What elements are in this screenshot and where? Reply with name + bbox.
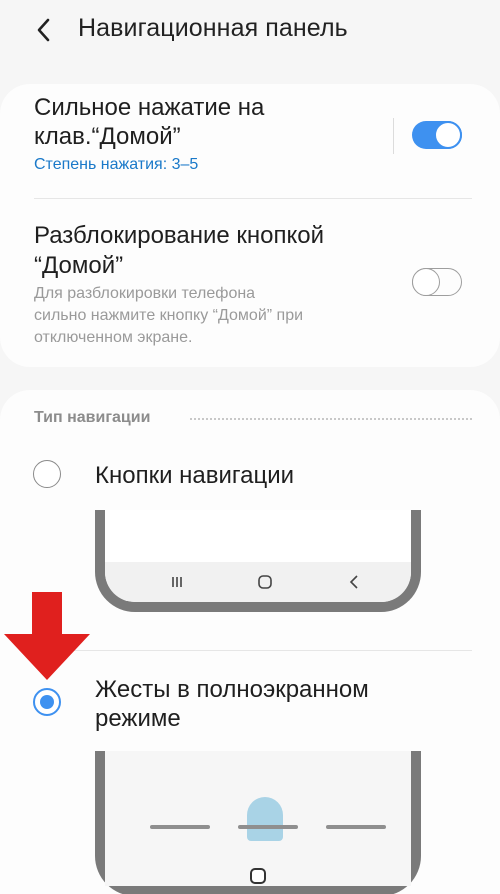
home-key-icon [250,868,266,884]
gesture-bar-left [150,825,210,829]
gesture-bar-center [238,825,298,829]
divider [393,118,394,154]
preview-screen [105,751,411,886]
toggle-knob [411,267,440,296]
radio-fullscreen-gestures[interactable] [33,688,61,716]
option-navigation-buttons-label[interactable]: Кнопки навигации [95,461,294,491]
page-title: Навигационная панель [78,14,348,42]
hard-press-toggle[interactable] [412,121,462,149]
red-arrow-icon [4,592,90,680]
chevron-left-icon [37,18,50,42]
option-gestures-label-line1[interactable]: Жесты в полноэкранном [95,675,369,705]
dotted-divider [190,418,472,420]
home-icon [256,573,274,591]
radio-dot [40,695,54,709]
swipe-gesture-indicator [247,797,283,841]
hard-press-title-line1: Сильное нажатие на [34,94,265,121]
unlock-title-line1: Разблокирование кнопкой [34,222,325,249]
unlock-toggle[interactable] [411,267,462,296]
unlock-desc-line2: сильно нажмите кнопку “Домой” при [34,307,304,324]
section-label: Тип навигации [34,409,151,426]
unlock-title-line2: “Домой” [34,252,124,279]
navigation-buttons-preview[interactable] [95,510,421,612]
preview-navbar [105,562,411,602]
back-button[interactable] [28,14,60,46]
unlock-desc-line1: Для разблокировки телефона [34,285,256,302]
unlock-desc-line3: отключенном экране. [34,329,193,346]
gesture-bar-right [326,825,386,829]
divider [34,650,472,651]
hard-press-title-line2: клав.“Домой” [34,123,181,150]
back-icon [345,573,363,591]
radio-navigation-buttons[interactable] [33,460,61,488]
recents-icon [168,573,186,591]
hard-press-subtitle: Степень нажатия: 3–5 [34,156,199,173]
toggle-knob [434,121,462,149]
divider [34,198,472,199]
app-header: Навигационная панель [0,0,500,62]
option-gestures-label-line2[interactable]: режиме [95,704,181,734]
